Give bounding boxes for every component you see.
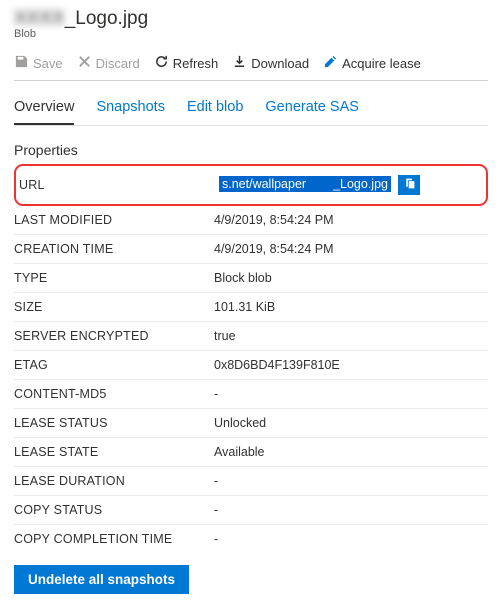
prop-row-server-encrypted: SERVER ENCRYPTED true (14, 322, 488, 351)
prop-label: COPY STATUS (14, 496, 214, 525)
page-title: XXXX_Logo.jpg (14, 8, 488, 30)
prop-value: 0x8D6BD4F139F810E (214, 351, 488, 380)
prop-row-lease-status: LEASE STATUS Unlocked (14, 409, 488, 438)
acquire-lease-label: Acquire lease (342, 56, 421, 71)
prop-row-content-md5: CONTENT-MD5 - (14, 380, 488, 409)
prop-row-last-modified: LAST MODIFIED 4/9/2019, 8:54:24 PM (14, 206, 488, 235)
prop-value: - (214, 380, 488, 409)
title-suffix: _Logo.jpg (65, 8, 148, 29)
lease-icon (323, 54, 338, 72)
prop-value: true (214, 322, 488, 351)
prop-row-copy-completion-time: COPY COMPLETION TIME - (14, 525, 488, 554)
prop-label: LEASE DURATION (14, 467, 214, 496)
refresh-button[interactable]: Refresh (154, 54, 219, 72)
discard-button: Discard (77, 54, 140, 72)
prop-row-size: SIZE 101.31 KiB (14, 293, 488, 322)
prop-label: SERVER ENCRYPTED (14, 322, 214, 351)
prop-value-url: s.net/wallpaper_Logo.jpg (219, 168, 483, 202)
prop-label: COPY COMPLETION TIME (14, 525, 214, 554)
url-row-highlight: URL s.net/wallpaper_Logo.jpg (14, 164, 488, 206)
tab-snapshots[interactable]: Snapshots (96, 95, 165, 125)
prop-value: 4/9/2019, 8:54:24 PM (214, 235, 488, 264)
tab-generate-sas[interactable]: Generate SAS (265, 95, 359, 125)
toolbar: Save Discard Refresh Download Acquire le… (14, 50, 488, 81)
prop-row-copy-status: COPY STATUS - (14, 496, 488, 525)
tab-edit-blob[interactable]: Edit blob (187, 95, 243, 125)
discard-icon (77, 54, 92, 72)
prop-label: SIZE (14, 293, 214, 322)
prop-row-lease-duration: LEASE DURATION - (14, 467, 488, 496)
refresh-icon (154, 54, 169, 72)
prop-value: - (214, 525, 488, 554)
prop-row-url: URL s.net/wallpaper_Logo.jpg (19, 168, 483, 202)
discard-label: Discard (96, 56, 140, 71)
copy-url-button[interactable] (398, 175, 420, 195)
save-label: Save (33, 56, 63, 71)
prop-value: 4/9/2019, 8:54:24 PM (214, 206, 488, 235)
download-label: Download (251, 56, 309, 71)
prop-value: - (214, 467, 488, 496)
prop-label: CONTENT-MD5 (14, 380, 214, 409)
save-icon (14, 54, 29, 72)
download-button[interactable]: Download (232, 54, 309, 72)
prop-row-type: TYPE Block blob (14, 264, 488, 293)
properties-table: LAST MODIFIED 4/9/2019, 8:54:24 PM CREAT… (14, 206, 488, 553)
acquire-lease-button[interactable]: Acquire lease (323, 54, 421, 72)
save-button: Save (14, 54, 63, 72)
prop-value: 101.31 KiB (214, 293, 488, 322)
prop-row-lease-state: LEASE STATE Available (14, 438, 488, 467)
prop-label: LEASE STATUS (14, 409, 214, 438)
copy-icon (403, 177, 416, 193)
tabs: Overview Snapshots Edit blob Generate SA… (14, 95, 488, 126)
prop-label: CREATION TIME (14, 235, 214, 264)
prop-row-etag: ETAG 0x8D6BD4F139F810E (14, 351, 488, 380)
refresh-label: Refresh (173, 56, 219, 71)
prop-label-url: URL (19, 168, 219, 202)
tab-overview[interactable]: Overview (14, 95, 74, 125)
properties-heading: Properties (14, 142, 488, 158)
prop-value: Unlocked (214, 409, 488, 438)
prop-label: LAST MODIFIED (14, 206, 214, 235)
prop-row-creation-time: CREATION TIME 4/9/2019, 8:54:24 PM (14, 235, 488, 264)
url-text-right[interactable]: _Logo.jpg (309, 176, 391, 192)
prop-value: - (214, 496, 488, 525)
download-icon (232, 54, 247, 72)
prop-label: LEASE STATE (14, 438, 214, 467)
url-text-left[interactable]: s.net/wallpaper (219, 176, 309, 192)
title-blur: XXXX (14, 8, 65, 30)
prop-value: Block blob (214, 264, 488, 293)
prop-value: Available (214, 438, 488, 467)
undelete-snapshots-button[interactable]: Undelete all snapshots (14, 565, 189, 594)
prop-label: ETAG (14, 351, 214, 380)
prop-label: TYPE (14, 264, 214, 293)
